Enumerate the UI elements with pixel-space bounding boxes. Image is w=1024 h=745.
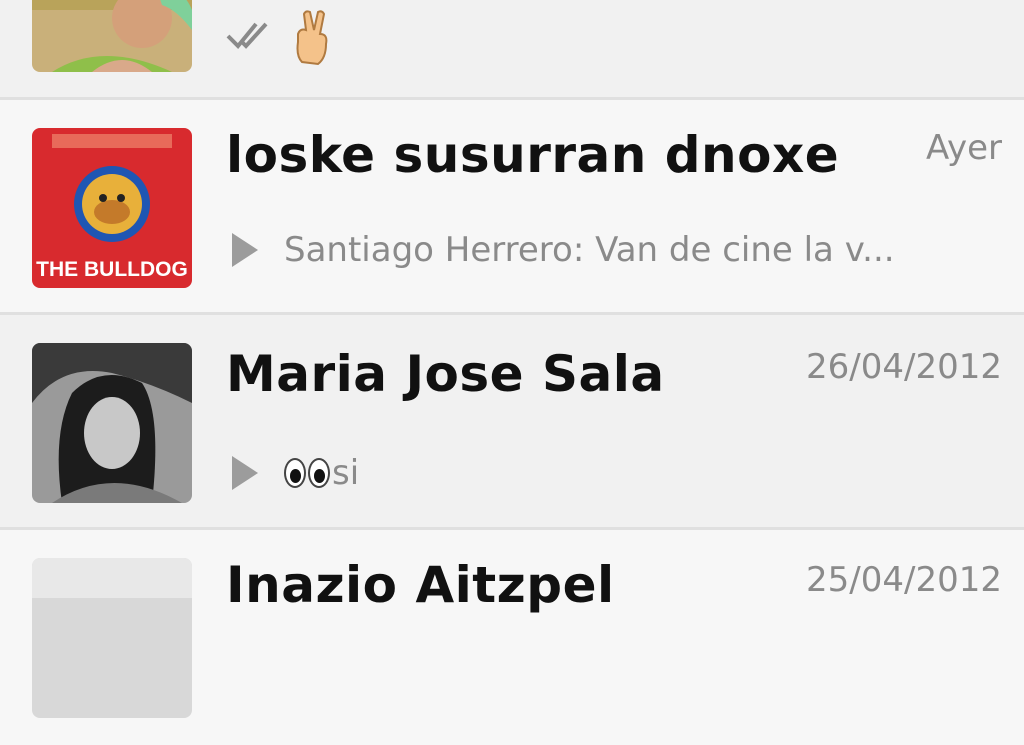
chat-row[interactable]: Inazio Aitzpel 25/04/2012: [0, 530, 1024, 745]
chat-preview: si: [232, 453, 359, 493]
avatar: [32, 0, 192, 72]
chat-row[interactable]: Maria Jose Sala 26/04/2012 si: [0, 315, 1024, 530]
avatar: THE BULLDOG: [32, 128, 192, 288]
chat-time: Ayer: [926, 128, 1002, 168]
chat-preview: Santiago Herrero: Van de cine la v...: [232, 230, 895, 270]
eyes-emoji-icon: [284, 458, 330, 488]
avatar: [32, 343, 192, 503]
chat-time: 26/04/2012: [806, 347, 1002, 387]
play-icon: [232, 456, 258, 490]
chat-title: loske susurran dnoxe: [226, 126, 840, 184]
read-receipt-icon: [226, 20, 272, 54]
avatar: [32, 558, 192, 718]
chat-title: Inazio Aitzpel: [226, 556, 615, 614]
chat-time: 25/04/2012: [806, 560, 1002, 600]
chat-row[interactable]: [0, 0, 1024, 100]
chat-row[interactable]: THE BULLDOG loske susurran dnoxe Ayer Sa…: [0, 100, 1024, 315]
avatar-label: THE BULLDOG: [36, 258, 188, 281]
chat-preview-text: si: [332, 453, 360, 493]
victory-hand-emoji-icon: [292, 10, 332, 70]
chat-title: Maria Jose Sala: [226, 345, 665, 403]
chat-preview-text: Santiago Herrero: Van de cine la v...: [284, 230, 895, 270]
play-icon: [232, 233, 258, 267]
